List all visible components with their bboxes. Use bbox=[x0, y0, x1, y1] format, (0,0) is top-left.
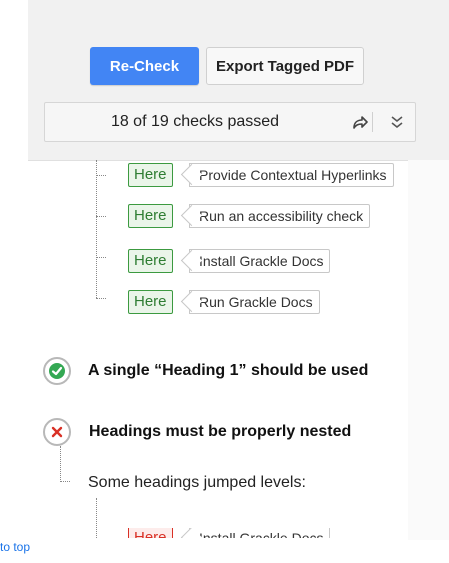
partial-list-item: Here Install Grackle Docs bbox=[0, 528, 449, 538]
check-status-circle bbox=[43, 357, 71, 385]
check-icon bbox=[49, 363, 65, 379]
share-arrow-icon[interactable] bbox=[351, 113, 369, 131]
status-text: 18 of 19 checks passed bbox=[110, 113, 280, 130]
tree-branch bbox=[60, 481, 70, 482]
status-bar: 18 of 19 checks passed bbox=[44, 102, 416, 142]
check-title: Headings must be properly nested bbox=[89, 423, 352, 440]
tag-label: Provide Contextual Hyperlinks bbox=[189, 163, 394, 187]
recheck-button[interactable]: Re-Check bbox=[90, 47, 199, 85]
tree-line bbox=[60, 446, 61, 482]
toolbar-panel: Re-Check Export Tagged PDF 18 of 19 chec… bbox=[28, 0, 449, 161]
to-top-link[interactable]: to top bbox=[0, 540, 30, 554]
tag-label: Run Grackle Docs bbox=[189, 290, 320, 314]
tree-branch bbox=[96, 257, 106, 258]
here-button[interactable]: Here bbox=[128, 249, 173, 273]
scrollbar-track[interactable] bbox=[408, 160, 449, 540]
tag-label: Run an accessibility check bbox=[189, 204, 371, 228]
export-tagged-pdf-button[interactable]: Export Tagged PDF bbox=[206, 47, 364, 85]
check-title: A single “Heading 1” should be used bbox=[88, 362, 369, 379]
tag-label: Install Grackle Docs bbox=[189, 528, 331, 538]
tree-branch bbox=[96, 175, 106, 176]
tree-branch bbox=[96, 298, 106, 299]
chevron-double-down-icon[interactable] bbox=[390, 114, 404, 130]
tree-branch bbox=[96, 216, 106, 217]
check-detail: Some headings jumped levels: bbox=[88, 474, 306, 491]
here-button[interactable]: Here bbox=[128, 290, 173, 314]
here-button[interactable]: Here bbox=[128, 204, 173, 228]
here-button[interactable]: Here bbox=[128, 528, 173, 538]
tree-line bbox=[96, 160, 97, 298]
check-status-circle[interactable] bbox=[43, 418, 71, 446]
tag-label: Install Grackle Docs bbox=[189, 249, 331, 273]
here-button[interactable]: Here bbox=[128, 163, 173, 187]
accessibility-checker-panel: Re-Check Export Tagged PDF 18 of 19 chec… bbox=[0, 0, 449, 563]
x-icon bbox=[51, 426, 63, 438]
status-divider bbox=[372, 112, 373, 132]
